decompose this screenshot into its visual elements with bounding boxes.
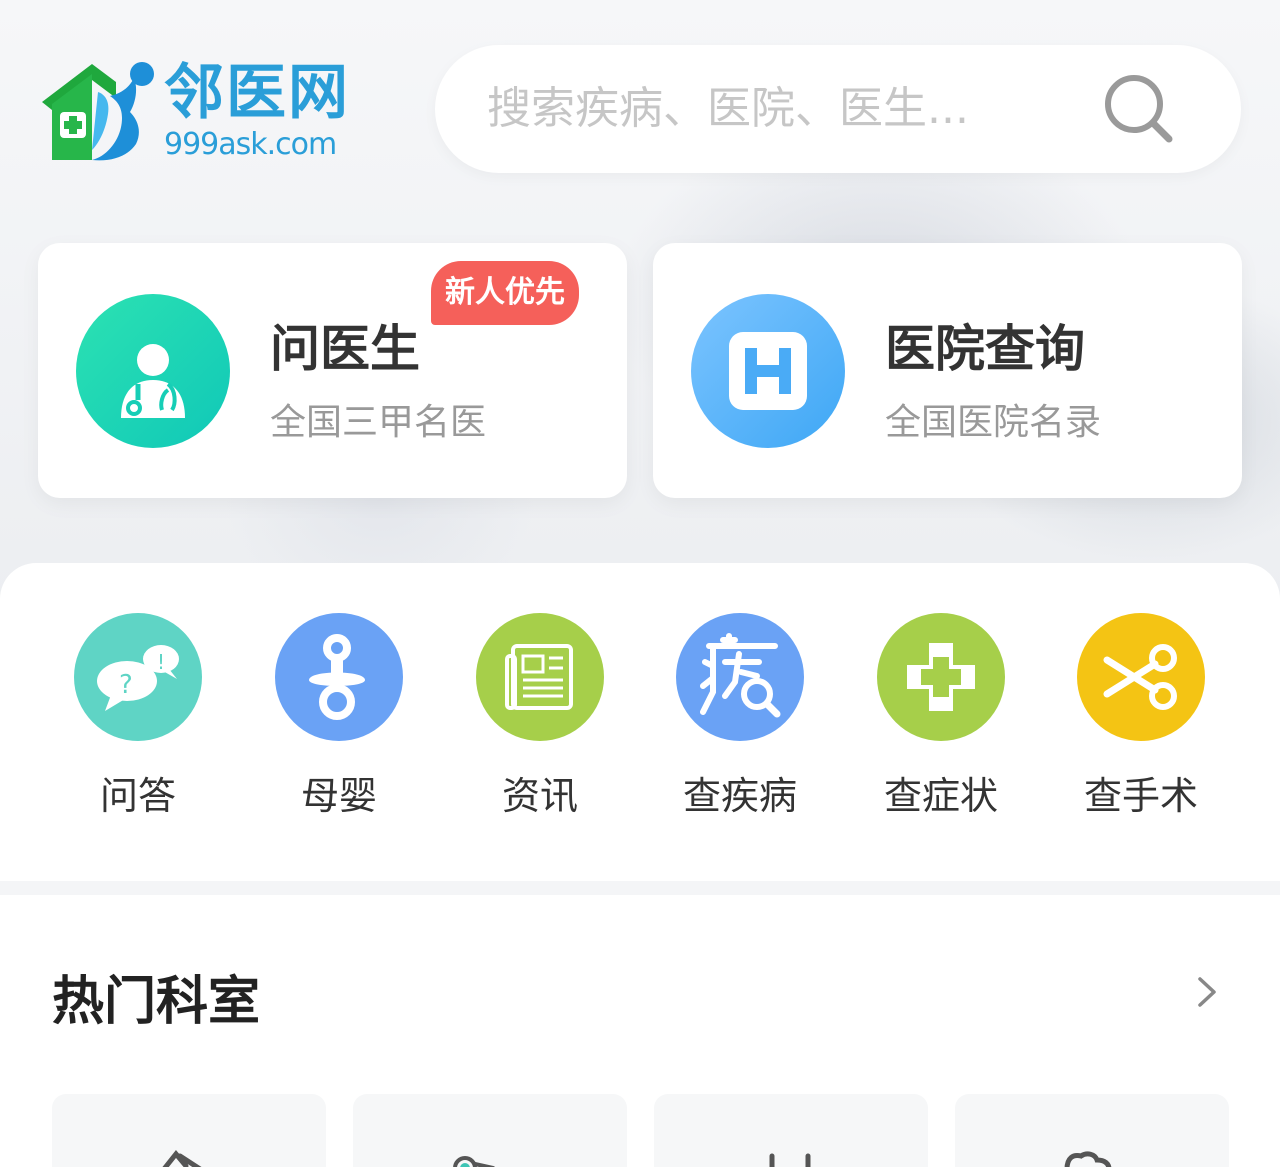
logo-subtitle: 999ask.com	[164, 127, 337, 162]
department-card[interactable]	[52, 1094, 326, 1167]
menu-label: 查症状	[883, 774, 998, 818]
hospital-icon	[691, 294, 845, 448]
logo-title: 邻医网	[164, 58, 350, 128]
scissors-icon	[1077, 613, 1205, 741]
hospital-query-card[interactable]: 医院查询 全国医院名录	[653, 243, 1242, 498]
department-icon	[162, 1150, 202, 1167]
menu-item-symptom[interactable]: 查症状	[841, 613, 1041, 833]
menu-item-news[interactable]: 资讯	[440, 613, 640, 833]
pacifier-icon	[275, 613, 403, 741]
house-cross-logo-icon	[42, 62, 154, 161]
menu-label: 母婴	[300, 774, 377, 818]
hot-departments-section: 热门科室	[0, 895, 1280, 1167]
section-title: 热门科室	[52, 972, 261, 1032]
menu-label: 查手术	[1083, 774, 1198, 818]
site-logo[interactable]: 邻医网 999ask.com	[38, 58, 358, 162]
svg-text:?: ?	[119, 670, 133, 700]
section-divider	[0, 881, 1280, 895]
menu-label: 资讯	[501, 774, 578, 818]
ask-doctor-card[interactable]: 问医生 全国三甲名医 新人优先	[38, 243, 627, 498]
department-icon	[453, 1156, 495, 1167]
svg-text:!: !	[157, 650, 165, 674]
medical-cross-icon	[877, 613, 1005, 741]
menu-item-maternity[interactable]: 母婴	[239, 613, 439, 833]
new-user-badge: 新人优先	[431, 261, 579, 325]
quick-menu: ? ! 问答 母婴 资讯 查疾病 查症状 查手术	[0, 563, 1280, 881]
card-subtitle: 全国医院名录	[885, 402, 1102, 443]
search-icon[interactable]	[1101, 71, 1177, 147]
newspaper-icon	[476, 613, 604, 741]
menu-label: 问答	[99, 774, 176, 818]
card-title: 医院查询	[885, 320, 1085, 378]
qa-bubble-icon: ? !	[74, 613, 202, 741]
doctor-icon	[76, 294, 230, 448]
department-icon	[1064, 1151, 1112, 1167]
menu-label: 查疾病	[682, 774, 797, 818]
menu-item-disease[interactable]: 查疾病	[640, 613, 840, 833]
card-title: 问医生	[270, 320, 420, 378]
card-subtitle: 全国三甲名医	[270, 402, 487, 443]
department-card[interactable]	[353, 1094, 627, 1167]
menu-item-qa[interactable]: ? ! 问答	[38, 613, 238, 833]
department-card[interactable]	[955, 1094, 1229, 1167]
disease-search-icon	[676, 613, 804, 741]
menu-item-surgery[interactable]: 查手术	[1041, 613, 1241, 833]
department-icon	[769, 1153, 811, 1167]
chevron-right-icon[interactable]	[1190, 975, 1224, 1009]
search-bar[interactable]: 搜索疾病、医院、医生...	[435, 45, 1241, 173]
search-placeholder[interactable]: 搜索疾病、医院、医生...	[487, 45, 969, 173]
department-card[interactable]	[654, 1094, 928, 1167]
